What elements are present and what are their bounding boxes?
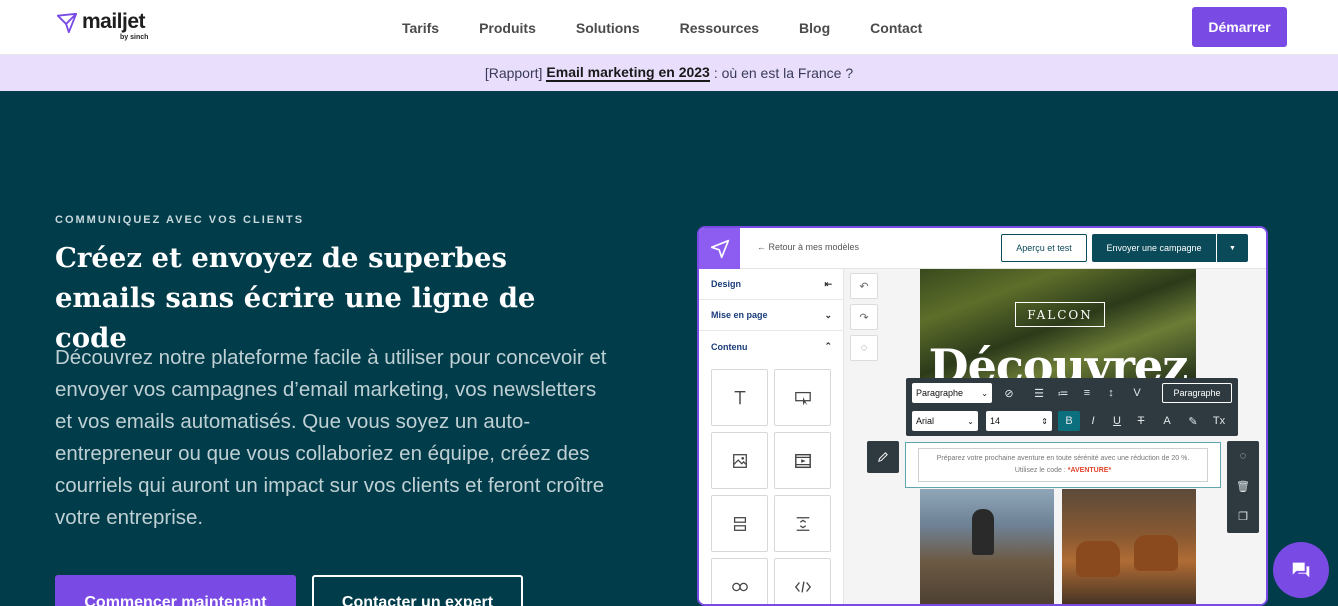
hero-description: Découvrez notre plateforme facile à util…: [55, 346, 607, 529]
paper-plane-icon: [710, 239, 729, 258]
panel-layout[interactable]: Mise en page ⌄: [699, 300, 844, 331]
spacer-tile-icon[interactable]: [774, 495, 831, 552]
chat-launcher[interactable]: [1273, 542, 1329, 598]
section-tile-icon[interactable]: [711, 495, 768, 552]
comment-icon[interactable]: ◌: [850, 335, 878, 361]
editor-topbar: ← Retour à mes modèles Aperçu et test En…: [699, 228, 1266, 269]
align-left-icon[interactable]: ≡: [1076, 383, 1098, 403]
font-family-value: Arial: [916, 416, 935, 426]
hero-eyebrow: COMMUNIQUEZ AVEC VOS CLIENTS: [55, 214, 305, 226]
nav-link-blog[interactable]: Blog: [799, 20, 830, 36]
text-color-icon[interactable]: A: [1156, 411, 1178, 431]
top-nav: mailjet by sinch Tarifs Produits Solutio…: [0, 0, 1338, 55]
nav-links: Tarifs Produits Solutions Ressources Blo…: [402, 0, 962, 55]
selected-text-block[interactable]: Préparez votre prochaine aventure en tou…: [905, 442, 1221, 488]
duplicate-icon[interactable]: ❐: [1227, 501, 1259, 531]
editor-logo: [699, 228, 740, 269]
nav-link-ressources[interactable]: Ressources: [680, 20, 759, 36]
edit-pencil-icon[interactable]: [867, 441, 899, 473]
promo-line: Utilisez le code : *AVENTURE*: [919, 465, 1207, 477]
logo-byline: by sinch: [120, 34, 149, 41]
panel-content-label: Contenu: [711, 341, 748, 352]
video-tile-icon[interactable]: [774, 432, 831, 489]
hiker-photo: [920, 489, 1054, 604]
left-boot: [1076, 541, 1120, 577]
nav-link-produits[interactable]: Produits: [479, 20, 536, 36]
falcon-logo: FALCON: [1015, 302, 1105, 327]
undo-icon[interactable]: ↶: [850, 273, 878, 299]
editor-side-panel: Design ⇤ Mise en page ⌄ Contenu ⌃: [699, 269, 844, 604]
start-now-button[interactable]: Commencer maintenant: [55, 575, 296, 606]
paragraph-style-button[interactable]: Paragraphe: [1162, 383, 1232, 403]
hero-headline: Créez et envoyez de superbes emails sans…: [55, 242, 536, 354]
image-tile-icon[interactable]: [711, 432, 768, 489]
contact-expert-button[interactable]: Contacter un expert: [312, 575, 523, 606]
preview-test-button[interactable]: Aperçu et test: [1001, 234, 1087, 262]
italic-icon[interactable]: I: [1082, 411, 1104, 431]
social-tile-icon[interactable]: [711, 558, 768, 604]
text-block-content[interactable]: Préparez votre prochaine aventure en tou…: [918, 448, 1208, 482]
send-dropdown-icon[interactable]: ▼: [1217, 234, 1248, 262]
nav-link-tarifs[interactable]: Tarifs: [402, 20, 439, 36]
block-actions: ◌ 🗑 ❐: [1227, 441, 1259, 533]
font-size-value: 14: [990, 416, 1001, 426]
stepper-icon: ⇕: [1041, 416, 1048, 426]
boots-photo: [1062, 489, 1196, 604]
banner-suffix: : où en est la France ?: [713, 65, 854, 81]
trash-icon[interactable]: 🗑: [1227, 471, 1259, 501]
announcement-banner: [Rapport] Email marketing en 2023 : où e…: [0, 55, 1338, 91]
nav-link-contact[interactable]: Contact: [870, 20, 922, 36]
panel-design-label: Design: [711, 279, 742, 289]
font-family-select[interactable]: Arial ⌄: [912, 411, 978, 431]
numbered-list-icon[interactable]: ≔: [1052, 383, 1074, 403]
unlink-icon[interactable]: ⊘: [998, 383, 1020, 403]
block-type-value: Paragraphe: [916, 388, 964, 398]
header-photo: FALCON Découvrez: [920, 269, 1196, 381]
chat-icon: [1292, 562, 1310, 578]
panel-layout-label: Mise en page: [711, 310, 768, 320]
line-height-icon[interactable]: ↕: [1100, 383, 1122, 403]
redo-icon[interactable]: ↷: [850, 304, 878, 330]
logo-wordmark: mailjet: [82, 10, 146, 33]
block-type-select[interactable]: Paragraphe ⌄: [912, 383, 992, 403]
hero-title-text: Découvrez: [928, 339, 1189, 381]
strikethrough-icon[interactable]: T: [1130, 411, 1152, 431]
chevron-down-icon: ⌄: [824, 309, 832, 320]
text-format-toolbar: Paragraphe ⌄ ⊘ ☰ ≔ ≡ ↕ V Paragraphe Aria…: [906, 378, 1238, 436]
editor-mockup: ← Retour à mes modèles Aperçu et test En…: [697, 226, 1268, 606]
bullet-list-icon[interactable]: ☰: [1028, 383, 1050, 403]
button-tile-icon[interactable]: [774, 369, 831, 426]
panel-content[interactable]: Contenu ⌃: [699, 331, 844, 362]
panel-design[interactable]: Design ⇤: [699, 269, 844, 300]
history-toolbar: ↶ ↷ ◌: [844, 269, 920, 604]
collapse-left-icon: ⇤: [824, 278, 832, 289]
hiker-figure: [972, 509, 994, 555]
chevron-up-icon: ⌃: [824, 341, 832, 351]
html-tile-icon[interactable]: [774, 558, 831, 604]
nav-link-solutions[interactable]: Solutions: [576, 20, 640, 36]
body-text: Préparez votre prochaine aventure en tou…: [936, 455, 1190, 462]
banner-link[interactable]: Email marketing en 2023: [546, 64, 710, 82]
send-campaign-button[interactable]: Envoyer une campagne: [1092, 234, 1216, 262]
promo-code: *AVENTURE*: [1067, 467, 1112, 474]
paper-plane-icon: [56, 12, 78, 34]
highlight-icon[interactable]: ✎: [1182, 411, 1204, 431]
banner-prefix: [Rapport]: [484, 65, 543, 81]
underline-icon[interactable]: U: [1106, 411, 1128, 431]
chevron-down-icon: ⌄: [981, 388, 988, 398]
comment-icon[interactable]: ◌: [1227, 441, 1259, 471]
email-canvas: FALCON Découvrez: [920, 269, 1266, 604]
back-to-templates-link[interactable]: ← Retour à mes modèles: [757, 242, 859, 252]
mailjet-logo[interactable]: mailjet by sinch: [56, 10, 148, 44]
text-tile-icon[interactable]: [711, 369, 768, 426]
code-prefix: Utilisez le code :: [1014, 467, 1066, 474]
letter-spacing-icon[interactable]: V: [1126, 383, 1148, 403]
start-button[interactable]: Démarrer: [1192, 7, 1287, 47]
right-boot: [1134, 535, 1178, 571]
font-size-input[interactable]: 14 ⇕: [986, 411, 1052, 431]
bold-icon[interactable]: B: [1058, 411, 1080, 431]
clear-format-icon[interactable]: Tx: [1208, 411, 1230, 431]
chevron-down-icon: ⌄: [967, 416, 974, 426]
